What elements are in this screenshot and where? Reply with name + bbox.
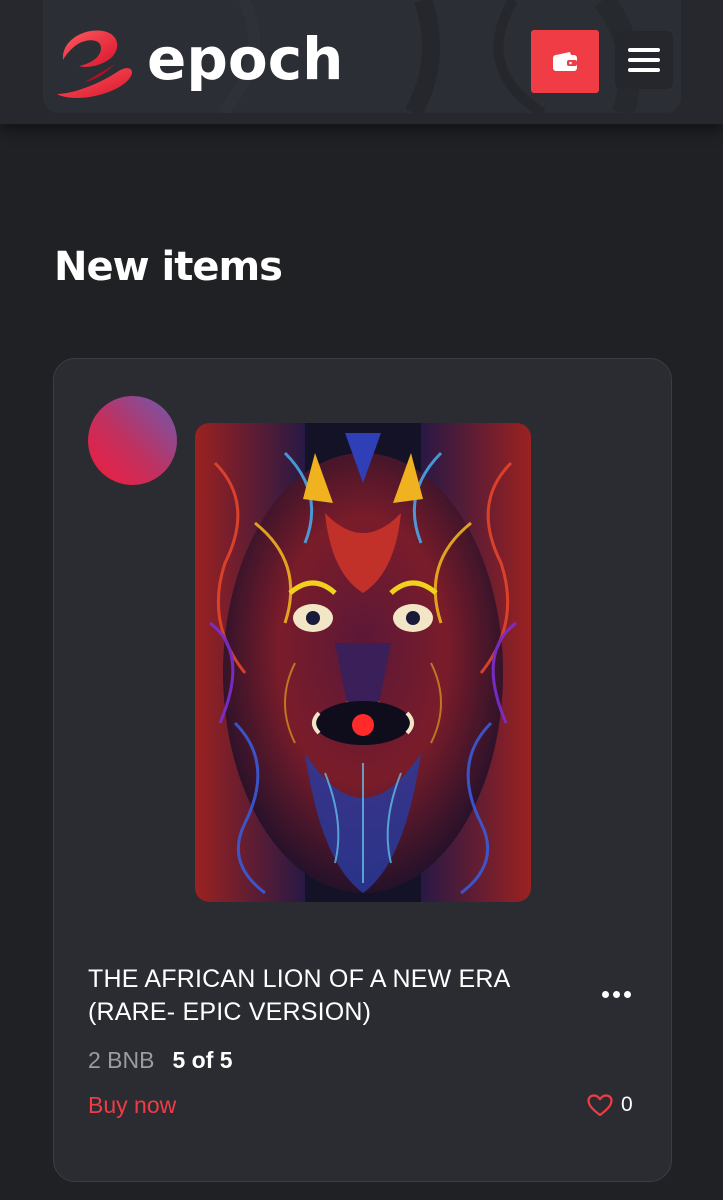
like-button[interactable]: 0 [587,1093,633,1117]
page-title: New items [54,244,283,290]
item-availability: 5 of 5 [172,1047,233,1073]
menu-button[interactable] [615,31,673,89]
epoch-logo-icon [57,30,133,98]
brand-logo[interactable]: epoch [55,24,343,100]
more-dots-icon [623,990,631,998]
more-options-button[interactable] [594,979,638,1009]
item-card: THE AFRICAN LION OF A NEW ERA (RARE- EPI… [53,358,672,1182]
wallet-icon [553,51,577,71]
hamburger-menu-icon [628,48,660,72]
item-title[interactable]: THE AFRICAN LION OF A NEW ERA (RARE- EPI… [88,963,558,1029]
like-count: 0 [621,1093,633,1116]
heart-icon [587,1093,613,1116]
site-header: epoch [0,0,723,124]
item-artwork[interactable] [195,423,531,902]
buy-now-link[interactable]: Buy now [88,1092,176,1119]
more-dots-icon [601,990,609,998]
more-dots-icon [612,990,620,998]
lion-artwork-image [195,423,531,902]
creator-avatar[interactable] [88,396,177,485]
brand-name: epoch [147,25,344,93]
price-row: 2 BNB 5 of 5 [88,1047,233,1074]
item-price: 2 BNB [88,1047,155,1073]
wallet-button[interactable] [531,30,599,93]
